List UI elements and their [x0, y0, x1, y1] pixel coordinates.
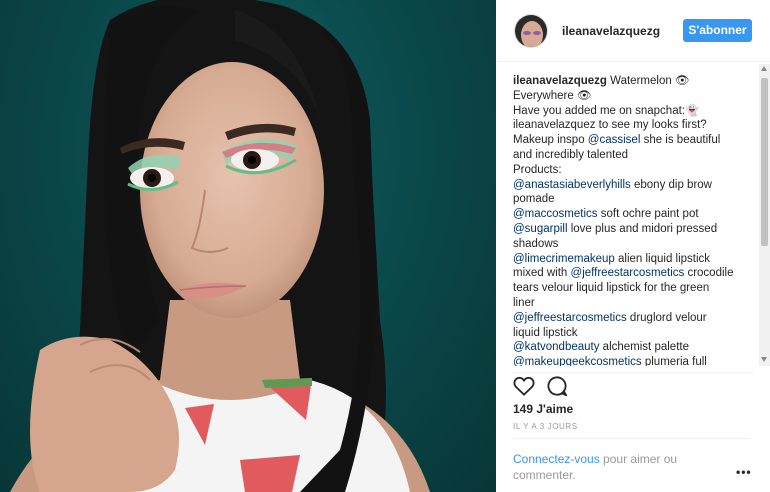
caption-line: Products: — [513, 163, 753, 178]
caption-text: ileanavelazquez to see my looks first? — [513, 119, 707, 132]
follow-button[interactable]: S'abonner — [683, 19, 752, 42]
scroll-up-arrow-icon[interactable] — [761, 66, 767, 71]
mention-link[interactable]: @maccosmetics — [513, 208, 598, 220]
mention-link[interactable]: @limecrimemakeup — [513, 253, 615, 265]
caption-text: mixed with — [513, 267, 571, 280]
caption-line: Makeup inspo @cassisel she is beautiful — [513, 133, 753, 148]
caption-text: liner — [513, 296, 535, 309]
caption-text: love plus and midori pressed — [567, 222, 718, 235]
mention-link[interactable]: @anastasiabeverlyhills — [513, 179, 631, 191]
caption-text: ebony dip brow — [630, 178, 712, 191]
caption-line: @jeffreestarcosmetics druglord velour — [513, 311, 753, 326]
mention-link[interactable]: @jeffreestarcosmetics — [571, 267, 685, 279]
caption-line: @anastasiabeverlyhills ebony dip brow — [513, 178, 753, 193]
mention-link[interactable]: @sugarpill — [513, 223, 568, 235]
caption-line: Everywhere 👁 — [513, 89, 753, 104]
avatar[interactable] — [514, 14, 548, 48]
caption-text: she is beautiful — [640, 134, 721, 147]
caption-text: Products: — [513, 163, 562, 176]
caption-text: druglord velour — [626, 311, 707, 324]
post-username[interactable]: ileanavelazquezg — [562, 24, 660, 38]
heart-outline-icon[interactable] — [513, 376, 535, 396]
caption-line: @maccosmetics soft ochre paint pot — [513, 207, 753, 222]
caption: ileanavelazquezg Watermelon 👁 Everywhere … — [513, 74, 753, 366]
caption-text: tears velour liquid lipstick for the gre… — [513, 282, 710, 295]
caption-text: Have you added me on snapchat:👻 — [513, 104, 700, 117]
caption-line: and incredibly talented — [513, 148, 753, 163]
caption-text: Makeup inspo — [513, 134, 588, 147]
caption-text: crocodile — [684, 267, 734, 280]
scroll-down-arrow-icon[interactable] — [761, 357, 767, 362]
caption-text: shadows — [513, 237, 559, 250]
speech-bubble-icon[interactable] — [546, 375, 568, 397]
selfie-image — [10, 0, 430, 492]
caption-line: @katvondbeauty alchemist palette — [513, 340, 753, 355]
caption-text: alchemist palette — [599, 341, 689, 354]
mention-link[interactable]: @jeffreestarcosmetics — [513, 312, 627, 324]
divider — [513, 438, 750, 439]
caption-text: plumeria full — [641, 356, 707, 366]
login-prompt: Connectez-vous pour aimer ou commenter. — [513, 452, 703, 483]
post-photo[interactable] — [0, 0, 496, 492]
scroll-thumb[interactable] — [761, 78, 768, 246]
caption-line: @makeupgeekcosmetics plumeria full — [513, 355, 753, 366]
caption-line: mixed with @jeffreestarcosmetics crocodi… — [513, 266, 753, 281]
post-timestamp[interactable]: IL Y A 3 JOURS — [513, 422, 578, 431]
avatar-image — [515, 15, 547, 47]
ellipsis-icon[interactable]: ••• — [736, 465, 752, 479]
caption-line: Have you added me on snapchat:👻 — [513, 104, 753, 119]
caption-line: liner — [513, 296, 753, 311]
caption-username[interactable]: ileanavelazquezg — [513, 75, 607, 87]
caption-text: alien liquid lipstick — [614, 252, 711, 265]
caption-text: liquid lipstick — [513, 326, 578, 339]
caption-text: pomade — [513, 193, 555, 206]
caption-line: liquid lipstick — [513, 326, 753, 341]
caption-text: and incredibly talented — [513, 148, 629, 161]
likes-count[interactable]: 149 J'aime — [513, 402, 573, 416]
caption-text: soft ochre paint pot — [597, 208, 699, 221]
caption-scrollbar[interactable] — [759, 64, 770, 366]
caption-line: pomade — [513, 192, 753, 207]
caption-line: ileanavelazquezg Watermelon 👁 — [513, 74, 753, 89]
caption-text: Watermelon 👁 — [606, 75, 690, 87]
caption-line: shadows — [513, 237, 753, 252]
post-header: ileanavelazquezg S'abonner — [496, 0, 770, 62]
caption-line: ileanavelazquez to see my looks first? — [513, 118, 753, 133]
caption-line: @sugarpill love plus and midori pressed — [513, 222, 753, 237]
action-bar — [513, 372, 753, 397]
mention-link[interactable]: @makeupgeekcosmetics — [513, 356, 642, 366]
mention-link[interactable]: @cassisel — [588, 134, 641, 146]
caption-line: @limecrimemakeup alien liquid lipstick — [513, 252, 753, 267]
caption-text: Everywhere 👁 — [513, 89, 592, 102]
caption-line: tears velour liquid lipstick for the gre… — [513, 281, 753, 296]
post-sidebar: ileanavelazquezg S'abonner ileanavelazqu… — [496, 0, 770, 492]
mention-link[interactable]: @katvondbeauty — [513, 341, 599, 353]
login-link[interactable]: Connectez-vous — [513, 452, 600, 466]
